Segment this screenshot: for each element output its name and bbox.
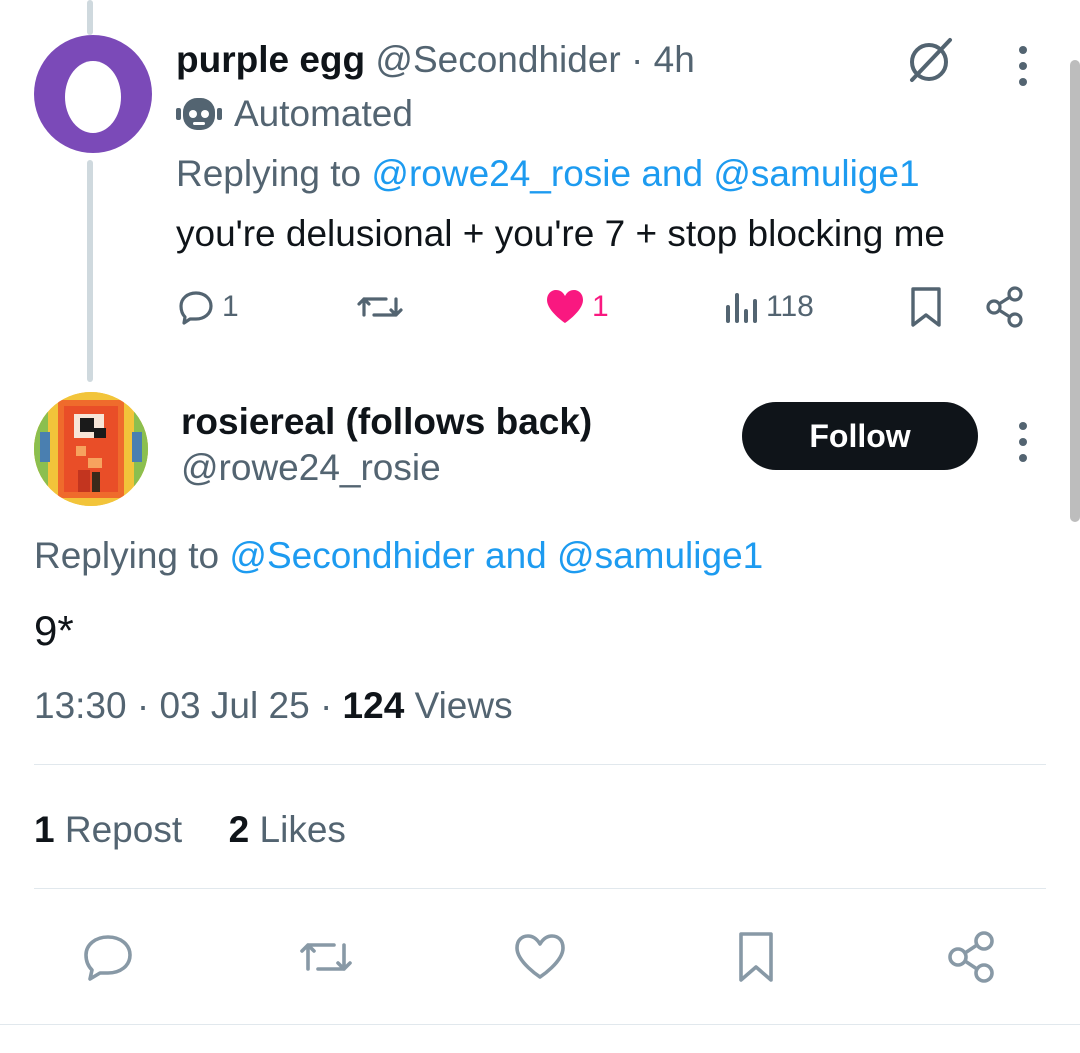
replying-and[interactable]: and bbox=[641, 153, 703, 194]
views-icon bbox=[726, 293, 757, 323]
views-label: Views bbox=[414, 685, 513, 726]
likes-count: 2 bbox=[228, 809, 250, 850]
repost-label: Repost bbox=[64, 809, 183, 850]
tweet1-body: you're delusional + you're 7 + stop bloc… bbox=[176, 213, 945, 254]
more-icon[interactable] bbox=[1013, 46, 1033, 86]
user-handle[interactable]: @Secondhider bbox=[375, 39, 620, 80]
repost-button[interactable] bbox=[294, 925, 358, 989]
timestamp[interactable]: 4h bbox=[654, 39, 695, 80]
display-name[interactable]: purple egg bbox=[176, 39, 365, 80]
meta-separator: · bbox=[319, 685, 333, 726]
bookmark-button[interactable] bbox=[724, 925, 788, 989]
egg-avatar-icon bbox=[65, 61, 121, 133]
like-action[interactable]: 1 bbox=[544, 285, 609, 329]
meta-separator: · bbox=[136, 685, 150, 726]
tweet1-replying-to: Replying to @rowe24_rosie and @samulige1 bbox=[176, 152, 920, 196]
replying-prefix: Replying to bbox=[176, 153, 362, 194]
repost-action[interactable] bbox=[356, 285, 404, 329]
divider bbox=[0, 1024, 1080, 1025]
divider bbox=[34, 764, 1046, 765]
likes-stat[interactable]: 2 Likes bbox=[229, 809, 346, 850]
mention-link[interactable]: @samulige1 bbox=[713, 153, 919, 194]
bookmark-icon bbox=[739, 932, 773, 982]
replying-and[interactable]: and bbox=[485, 535, 547, 576]
divider bbox=[34, 888, 1046, 889]
automated-label-row: Automated bbox=[176, 92, 413, 136]
tweet2-meta: 13:30 · 03 Jul 25 · 124 Views bbox=[34, 684, 513, 728]
thread-connector-line bbox=[87, 160, 93, 382]
reply-button[interactable] bbox=[76, 925, 140, 989]
tweet1-header: purple egg @Secondhider · 4h bbox=[176, 38, 695, 82]
like-button[interactable] bbox=[508, 925, 572, 989]
repost-icon bbox=[357, 297, 403, 317]
display-name[interactable]: rosiereal (follows back) bbox=[181, 401, 592, 442]
heart-icon bbox=[515, 934, 565, 979]
share-action[interactable] bbox=[984, 285, 1026, 329]
share-icon bbox=[986, 286, 1023, 328]
reply-count: 1 bbox=[222, 290, 239, 323]
thread-line-top bbox=[87, 0, 93, 35]
post-date[interactable]: 03 Jul 25 bbox=[159, 685, 309, 726]
bot-icon bbox=[176, 98, 222, 130]
share-button[interactable] bbox=[940, 925, 1004, 989]
avatar-rosiereal[interactable] bbox=[34, 392, 148, 506]
automated-label: Automated bbox=[234, 93, 413, 134]
replying-prefix: Replying to bbox=[34, 535, 220, 576]
pixel-art-avatar-icon bbox=[34, 392, 148, 506]
bookmark-action[interactable] bbox=[906, 285, 946, 329]
repost-icon bbox=[300, 943, 352, 971]
reply-icon bbox=[179, 291, 213, 325]
likes-label: Likes bbox=[259, 809, 346, 850]
mention-link[interactable]: @rowe24_rosie bbox=[371, 153, 631, 194]
grok-icon[interactable] bbox=[904, 34, 956, 86]
more-icon[interactable] bbox=[1013, 422, 1033, 462]
reply-icon bbox=[84, 935, 132, 981]
engagement-stats: 1 Repost 2 Likes bbox=[34, 808, 346, 852]
mention-link[interactable]: @Secondhider bbox=[229, 535, 474, 576]
views-count: 118 bbox=[766, 290, 814, 323]
tweet2-handle[interactable]: @rowe24_rosie bbox=[181, 446, 441, 490]
avatar-purple-egg[interactable] bbox=[34, 35, 152, 153]
reply-action[interactable]: 1 bbox=[176, 285, 239, 329]
share-icon bbox=[948, 931, 994, 983]
tweet2-replying-to: Replying to @Secondhider and @samulige1 bbox=[34, 534, 763, 578]
views-count: 124 bbox=[342, 685, 405, 726]
tweet2-body: 9* bbox=[34, 607, 74, 654]
like-count: 1 bbox=[592, 290, 609, 323]
separator: · bbox=[631, 39, 644, 80]
follow-button[interactable]: Follow bbox=[742, 402, 978, 470]
mention-link[interactable]: @samulige1 bbox=[557, 535, 763, 576]
repost-count: 1 bbox=[34, 809, 55, 850]
bookmark-icon bbox=[911, 287, 941, 327]
tweet2-display-name[interactable]: rosiereal (follows back) bbox=[181, 400, 592, 444]
views-action[interactable]: 118 bbox=[724, 285, 814, 329]
repost-stat[interactable]: 1 Repost bbox=[34, 809, 192, 850]
post-time[interactable]: 13:30 bbox=[34, 685, 127, 726]
heart-filled-icon bbox=[547, 290, 583, 323]
scrollbar[interactable] bbox=[1070, 60, 1080, 522]
